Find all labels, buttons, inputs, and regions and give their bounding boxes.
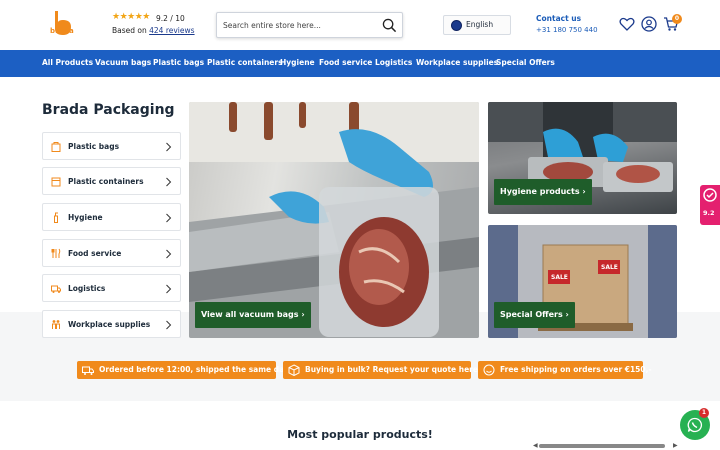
nav-item-hygiene[interactable]: Hygiene (280, 58, 315, 67)
cutlery-icon (51, 248, 61, 258)
sidebar-item-plastic-bags[interactable]: Plastic bags (42, 132, 181, 160)
sidebar-item-label: Food service (68, 249, 122, 258)
chevron-right-icon (166, 177, 172, 187)
product-carousel-scrollbar[interactable]: ◀ ▶ (533, 442, 679, 449)
sale-label: SALE (601, 264, 618, 271)
review-badge-icon (703, 188, 717, 202)
chevron-right-icon (166, 320, 172, 330)
sidebar-item-label: Logistics (68, 284, 106, 293)
nav-item-vacuum-bags[interactable]: Vacuum bags (95, 58, 151, 67)
nav-item-logistics[interactable]: Logistics (375, 58, 412, 67)
nav-item-all-products[interactable]: All Products (42, 58, 93, 67)
sidebar-item-label: Hygiene (68, 213, 103, 222)
usp-text: Ordered before 12:00, shipped the same d… (99, 365, 289, 374)
reviews-link[interactable]: 424 reviews (149, 26, 194, 35)
widget-score: 9.2 (703, 209, 715, 217)
hygiene-products-tile[interactable]: Hygiene products › (488, 102, 677, 214)
scroll-left-icon[interactable]: ◀ (533, 442, 538, 449)
reviews-side-widget[interactable]: 9.2 (700, 185, 720, 225)
popular-products-heading: Most popular products! (287, 428, 433, 441)
contact-phone[interactable]: +31 180 750 440 (536, 26, 598, 34)
bag-icon (51, 142, 61, 152)
eu-flag-icon (451, 20, 462, 31)
truck-icon (82, 366, 94, 375)
usp-text: Free shipping on orders over €150,- (500, 365, 652, 374)
nav-item-food-service[interactable]: Food service (319, 58, 372, 67)
main-nav: All Products Vacuum bags Plastic bags Pl… (0, 50, 720, 77)
nav-item-workplace-supplies[interactable]: Workplace supplies (416, 58, 498, 67)
nav-item-plastic-containers[interactable]: Plastic containers (207, 58, 283, 67)
sidebar-item-label: Workplace supplies (68, 320, 151, 329)
search-box (216, 12, 403, 38)
hygiene-products-button[interactable]: Hygiene products › (494, 179, 592, 205)
usp-text: Buying in bulk? Request your quote here! (305, 365, 482, 374)
sidebar-item-label: Plastic containers (68, 177, 144, 186)
search-icon[interactable] (382, 18, 397, 33)
package-icon (288, 364, 300, 376)
rating-stars-icon: ★★★★★ (112, 12, 150, 22)
cart-count-badge: 0 (672, 14, 682, 24)
smiley-icon (483, 364, 495, 376)
language-label: English (466, 20, 494, 29)
nav-item-special-offers[interactable]: Special Offers (496, 58, 555, 67)
bottle-icon (54, 212, 58, 223)
site-header: brada ★★★★★ 9.2 / 10 Based on 424 review… (0, 0, 720, 50)
rating-score: 9.2 / 10 (156, 14, 185, 23)
sidebar-item-logistics[interactable]: Logistics (42, 274, 181, 302)
special-offers-tile[interactable]: SALE SALE Special Offers › (488, 225, 677, 338)
truck-icon (51, 285, 61, 293)
chevron-right-icon (166, 284, 172, 294)
scroll-thumb[interactable] (539, 444, 665, 448)
sidebar-item-workplace-supplies[interactable]: Workplace supplies (42, 310, 181, 338)
reviews-line: Based on 424 reviews (112, 26, 195, 35)
contact-title[interactable]: Contact us (536, 14, 581, 23)
worker-icon (52, 320, 60, 329)
view-all-vacuum-bags-button[interactable]: View all vacuum bags › (195, 302, 311, 328)
sidebar-item-label: Plastic bags (68, 142, 120, 151)
sale-label: SALE (551, 274, 568, 281)
vacuum-bags-hero-tile[interactable]: View all vacuum bags › (189, 102, 479, 338)
container-icon (51, 177, 61, 187)
chevron-right-icon (166, 142, 172, 152)
account-user-icon[interactable] (641, 16, 657, 32)
chevron-right-icon (166, 249, 172, 259)
chat-notification-badge: 1 (699, 408, 709, 418)
chevron-right-icon (166, 213, 172, 223)
sidebar-item-food-service[interactable]: Food service (42, 239, 181, 267)
scroll-right-icon[interactable]: ▶ (673, 442, 678, 449)
contact-block[interactable]: Contact us +31 180 750 440 (536, 14, 598, 34)
language-selector[interactable]: English (443, 15, 511, 35)
wishlist-heart-icon[interactable] (619, 16, 635, 32)
rating-block[interactable]: ★★★★★ 9.2 / 10 Based on 424 reviews (112, 12, 195, 35)
usp-free-shipping[interactable]: Free shipping on orders over €150,- (478, 361, 652, 379)
sidebar-item-plastic-containers[interactable]: Plastic containers (42, 167, 181, 195)
special-offers-button[interactable]: Special Offers › (494, 302, 575, 328)
usp-same-day-shipping[interactable]: Ordered before 12:00, shipped the same d… (77, 361, 289, 379)
sidebar-item-hygiene[interactable]: Hygiene (42, 203, 181, 231)
reviews-prefix: Based on (112, 26, 147, 35)
whatsapp-icon (687, 417, 703, 433)
brand-name[interactable]: brada (50, 27, 74, 35)
search-input[interactable] (223, 19, 373, 32)
usp-bulk-quote[interactable]: Buying in bulk? Request your quote here! (283, 361, 481, 379)
nav-item-plastic-bags[interactable]: Plastic bags (153, 58, 204, 67)
page-title: Brada Packaging (42, 102, 175, 118)
